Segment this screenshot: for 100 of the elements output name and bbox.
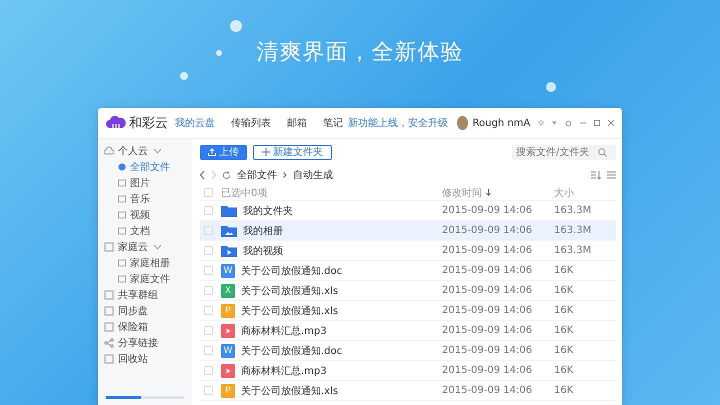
- dot-icon: [118, 163, 126, 171]
- square-icon: [118, 195, 126, 203]
- breadcrumb-link[interactable]: 全部文件: [237, 168, 277, 182]
- chevron-icon[interactable]: [154, 148, 161, 154]
- avatar[interactable]: [456, 116, 468, 130]
- table-cell-text: 2015-09-09 14:06: [442, 285, 534, 296]
- close-icon[interactable]: [608, 119, 614, 127]
- cloud-logo-icon: [106, 115, 126, 131]
- file-row[interactable]: P 关于公司放假通知.xls 2015-09-09 14:06 16K: [200, 381, 616, 401]
- column-header: 大小: [554, 186, 575, 200]
- table-cell-text: 163.3M: [554, 225, 592, 236]
- chevron-icon: [283, 172, 287, 178]
- file-row[interactable]: 我的相册 2015-09-09 14:06 163.3M: [200, 221, 616, 241]
- file-row[interactable]: 商标材料汇总.mp3 2015-09-09 14:06 16K: [200, 321, 616, 341]
- table-cell-text: 2015-09-09 14:06: [442, 385, 534, 396]
- settings-icon[interactable]: [564, 118, 572, 128]
- table-cell-text: 163.3M: [554, 245, 592, 256]
- bubble-decoration: [546, 82, 556, 92]
- file-type-icon: P: [221, 304, 235, 318]
- checkbox[interactable]: [204, 386, 213, 395]
- table-cell-text: 2015-09-09 14:06: [442, 205, 534, 216]
- video-folder-icon: [221, 244, 237, 256]
- folder-icon: [221, 204, 237, 216]
- sidebar-group[interactable]: 同步盘: [98, 303, 192, 319]
- checkbox[interactable]: [204, 188, 213, 197]
- sidebar-item[interactable]: 全部文件: [98, 159, 192, 175]
- sidebar-group[interactable]: 共享群组: [98, 287, 192, 303]
- file-name: 商标材料汇总.mp3: [241, 364, 328, 378]
- file-type-icon: P: [221, 384, 235, 398]
- sidebar-group[interactable]: 回收站: [98, 351, 192, 367]
- square-icon: [118, 179, 126, 187]
- image-folder-icon: [221, 224, 237, 236]
- table-cell-text: 16K: [554, 385, 574, 396]
- refresh-icon[interactable]: [222, 170, 231, 180]
- table-cell-text: 16K: [554, 325, 574, 336]
- sort-down-icon: [486, 189, 491, 196]
- nav-tab[interactable]: 传输列表: [230, 116, 271, 130]
- forward-icon[interactable]: [211, 171, 216, 179]
- file-name: 商标材料汇总.mp3: [241, 324, 328, 338]
- checkbox[interactable]: [204, 206, 213, 215]
- file-row[interactable]: 我的视频 2015-09-09 14:06 163.3M: [200, 241, 616, 261]
- notice-link[interactable]: 新功能上线，安全升级: [348, 116, 448, 130]
- checkbox[interactable]: [204, 286, 213, 295]
- sidebar-item[interactable]: 图片: [98, 175, 192, 191]
- back-icon[interactable]: [200, 171, 205, 179]
- sort-icon[interactable]: [591, 170, 601, 180]
- file-name: 关于公司放假通知.xls: [241, 384, 340, 398]
- list-view-icon[interactable]: [607, 171, 616, 179]
- file-name: 关于公司放假通知.doc: [241, 264, 344, 278]
- breadcrumb-link[interactable]: 自动生成: [293, 168, 333, 182]
- nav-tab[interactable]: 邮箱: [286, 116, 307, 130]
- sidebar-group[interactable]: 分享链接: [98, 335, 192, 351]
- maximize-icon[interactable]: [594, 119, 600, 127]
- file-name: 我的相册: [243, 224, 284, 238]
- sidebar-item[interactable]: 家庭相册: [98, 255, 192, 271]
- sidebar-group[interactable]: 个人云: [98, 143, 192, 159]
- upload-button[interactable]: 上传: [200, 144, 247, 160]
- file-row[interactable]: X 关于公司放假通知.xls 2015-09-09 14:06 16K: [200, 281, 616, 301]
- table-cell-text: 2015-09-09 14:06: [442, 345, 534, 356]
- user-name[interactable]: Rough nmA: [472, 118, 530, 128]
- sidebar-item[interactable]: 视频: [98, 207, 192, 223]
- file-row[interactable]: P 关于公司放假通知.xls 2015-09-09 14:06 16K: [200, 301, 616, 321]
- file-name: 关于公司放假通知.doc: [241, 344, 344, 358]
- table-cell-text: 16K: [554, 365, 574, 376]
- sidebar-item[interactable]: 音乐: [98, 191, 192, 207]
- bubble-decoration: [180, 72, 188, 80]
- search-icon: [598, 148, 607, 156]
- table-cell-text: 2015-09-09 14:06: [442, 265, 534, 276]
- file-row[interactable]: W 关于公司放假通知.doc 2015-09-09 14:06 16K: [200, 341, 616, 361]
- checkbox[interactable]: [204, 326, 213, 335]
- square-icon: [118, 227, 126, 235]
- checkbox[interactable]: [204, 346, 213, 355]
- nav-tab[interactable]: 我的云盘: [174, 116, 215, 130]
- checkbox[interactable]: [204, 306, 213, 315]
- table-cell-text: 16K: [554, 305, 574, 316]
- sidebar-item[interactable]: 文档: [98, 223, 192, 239]
- share-icon: [104, 338, 114, 348]
- sidebar-group[interactable]: 保险箱: [98, 319, 192, 335]
- file-name: 我的文件夹: [243, 204, 294, 218]
- table-cell-text: 2015-09-09 14:06: [442, 325, 534, 336]
- chevron-icon[interactable]: [154, 244, 161, 250]
- minimize-icon[interactable]: [580, 122, 586, 124]
- table-cell-text: 163.3M: [554, 205, 592, 216]
- file-row[interactable]: W 关于公司放假通知.doc 2015-09-09 14:06 16K: [200, 261, 616, 281]
- table-cell-text: 2015-09-09 14:06: [442, 225, 534, 236]
- new-folder-button[interactable]: 新建文件夹: [253, 144, 332, 160]
- checkbox[interactable]: [204, 366, 213, 375]
- nav-tab[interactable]: 笔记: [322, 116, 343, 130]
- sidebar-item[interactable]: 家庭文件: [98, 271, 192, 287]
- headline: 清爽界面，全新体验: [256, 39, 464, 67]
- caret-icon[interactable]: [552, 121, 557, 125]
- column-header: 已选中0项: [221, 186, 268, 200]
- file-type-icon: X: [221, 284, 235, 298]
- checkbox[interactable]: [204, 246, 213, 255]
- checkbox[interactable]: [204, 226, 213, 235]
- square-icon: [118, 275, 126, 283]
- file-row[interactable]: 商标材料汇总.mp3 2015-09-09 14:06 16K: [200, 361, 616, 381]
- sidebar-group[interactable]: 家庭云: [98, 239, 192, 255]
- cloud-icon: [104, 146, 114, 156]
- checkbox[interactable]: [204, 266, 213, 275]
